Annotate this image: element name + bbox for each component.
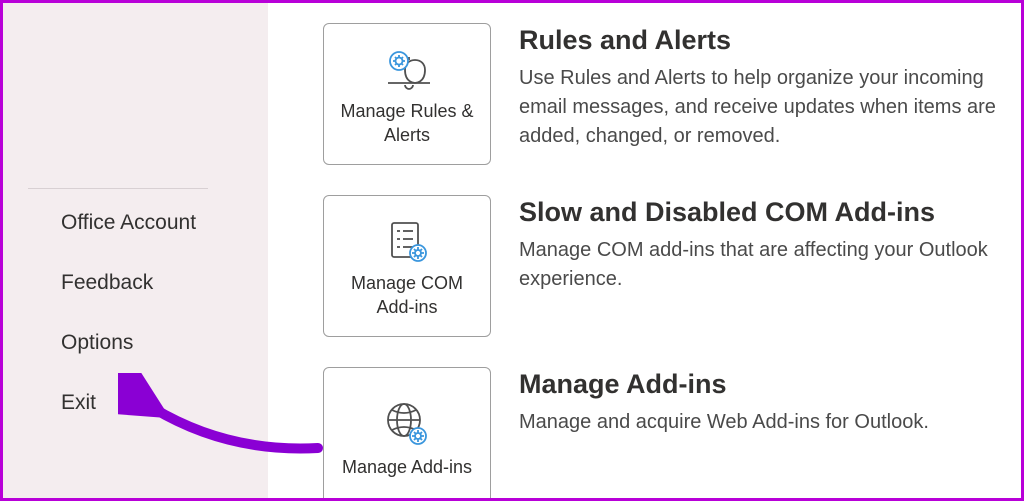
sidebar-item-feedback[interactable]: Feedback (3, 253, 268, 313)
tile-manage-rules-alerts[interactable]: Manage Rules & Alerts (323, 23, 491, 165)
rules-alerts-icon (377, 41, 437, 96)
section-com-addins: Manage COM Add-ins Slow and Disabled COM… (323, 195, 1021, 337)
sidebar-item-office-account[interactable]: Office Account (3, 193, 268, 253)
tile-label: Manage Add-ins (342, 456, 472, 479)
sidebar: Office Account Feedback Options Exit (3, 3, 268, 498)
sidebar-item-label: Exit (61, 391, 96, 414)
section-title: Manage Add-ins (519, 369, 929, 400)
section-text: Manage COM add-ins that are affecting yo… (519, 236, 1021, 294)
section-text: Manage and acquire Web Add-ins for Outlo… (519, 408, 929, 437)
tile-label: Manage Rules & Alerts (332, 100, 482, 147)
section-title: Slow and Disabled COM Add-ins (519, 197, 1021, 228)
sidebar-item-exit[interactable]: Exit (3, 373, 268, 433)
sidebar-item-label: Options (61, 331, 133, 354)
web-addins-icon (382, 397, 432, 452)
sidebar-item-label: Office Account (61, 211, 196, 234)
section-text: Use Rules and Alerts to help organize yo… (519, 64, 1021, 151)
tile-manage-com-addins[interactable]: Manage COM Add-ins (323, 195, 491, 337)
sidebar-divider (28, 188, 208, 189)
section-title: Rules and Alerts (519, 25, 1021, 56)
section-rules-alerts: Manage Rules & Alerts Rules and Alerts U… (323, 23, 1021, 165)
main-content: Manage Rules & Alerts Rules and Alerts U… (268, 3, 1021, 498)
tile-manage-addins[interactable]: Manage Add-ins (323, 367, 491, 498)
com-addins-icon (382, 213, 432, 268)
section-manage-addins: Manage Add-ins Manage Add-ins Manage and… (323, 367, 1021, 498)
sidebar-item-options[interactable]: Options (3, 313, 268, 373)
tile-label: Manage COM Add-ins (332, 272, 482, 319)
sidebar-item-label: Feedback (61, 271, 153, 294)
